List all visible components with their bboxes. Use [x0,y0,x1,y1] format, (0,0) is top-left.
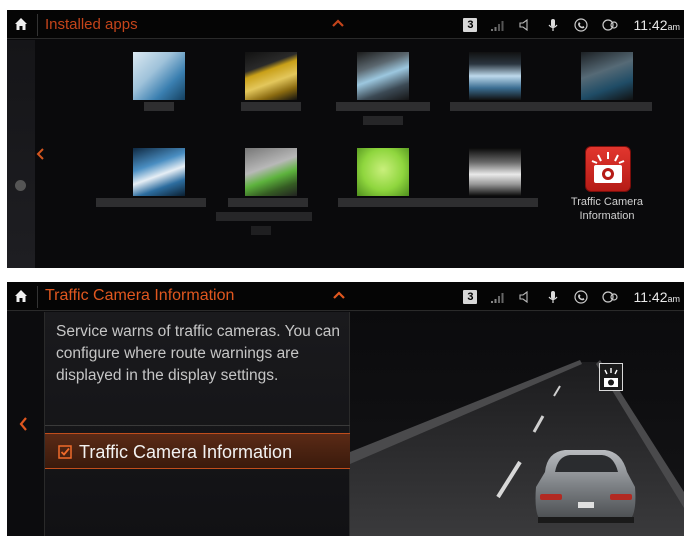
speed-camera-icon [599,363,623,391]
app-item[interactable] [540,46,662,151]
app-item[interactable] [426,142,550,247]
car [535,450,636,523]
app-item[interactable] [216,142,326,247]
speed-camera-icon [585,146,631,192]
app-label [338,198,430,207]
divider [37,14,38,36]
app-label [336,102,430,111]
app-icon [357,52,409,100]
app-label [144,102,174,111]
clock: 11:42am [633,16,680,33]
option-dot-button[interactable] [15,180,26,191]
app-label [450,102,540,111]
chevron-left-icon[interactable] [35,147,45,161]
chevron-up-icon[interactable] [330,16,346,30]
chevron-left-icon[interactable] [17,415,29,433]
page-title: Installed apps [45,16,138,33]
home-icon [15,18,27,30]
app-item[interactable] [96,142,214,247]
app-item[interactable] [328,142,438,247]
page-title: Traffic Camera Information [45,287,235,304]
app-item[interactable] [328,46,438,151]
divider [37,286,38,308]
status-bar: Traffic Camera Information 3 11:42am [7,282,684,311]
microphone-icon [549,18,558,31]
app-icon [469,52,521,100]
app-item[interactable] [440,46,550,151]
app-icon [245,148,297,196]
home-icon [15,290,27,302]
traffic-camera-screen: Traffic Camera Information 3 11:42am Ser… [7,282,684,536]
chevron-up-icon[interactable] [331,288,347,302]
app-icon [133,52,185,100]
microphone-icon [549,290,558,303]
app-label [426,198,538,207]
status-icons: 3 11:42am [463,10,684,39]
app-label [363,116,403,125]
connection-icon [602,290,619,303]
home-button[interactable] [7,10,35,39]
app-icon [245,52,297,100]
signal-icon [491,20,504,31]
app-icon [469,148,521,196]
status-icons: 3 11:42am [463,282,684,311]
settings-panel: Service warns of traffic cameras. You ca… [44,312,351,536]
clock: 11:42am [633,288,680,305]
connection-icon [602,18,619,31]
app-item[interactable] [216,46,326,151]
app-icon [581,52,633,100]
app-label [540,102,652,111]
app-icon [357,148,409,196]
tab-count-badge: 3 [463,289,478,304]
option-label: Traffic Camera Information [79,442,293,462]
service-description: Service warns of traffic cameras. You ca… [56,323,341,384]
traffic-camera-option[interactable]: Traffic Camera Information [45,433,350,469]
divider [45,425,351,426]
checkbox-icon[interactable] [58,445,72,459]
home-button[interactable] [7,282,35,311]
side-panel [7,40,35,268]
app-label [241,102,301,111]
signal-icon [491,292,504,303]
app-item[interactable] [104,46,214,151]
speaker-icon [519,18,529,31]
app-label [251,226,271,235]
phone-icon [574,289,589,304]
installed-apps-screen: Installed apps 3 11:42am Traffic Camera … [7,10,684,268]
app-label [228,198,308,207]
app-label: Information [579,210,635,222]
tab-count-badge: 3 [463,17,478,32]
road-illustration [350,312,684,536]
app-label: Traffic Camera [570,196,644,208]
speaker-icon [519,290,529,303]
app-item-traffic-camera[interactable]: Traffic Camera Information [552,142,662,247]
app-label [216,212,312,221]
status-bar: Installed apps 3 11:42am [7,10,684,39]
phone-icon [574,17,589,32]
app-icon [133,148,185,196]
app-label [96,198,206,207]
